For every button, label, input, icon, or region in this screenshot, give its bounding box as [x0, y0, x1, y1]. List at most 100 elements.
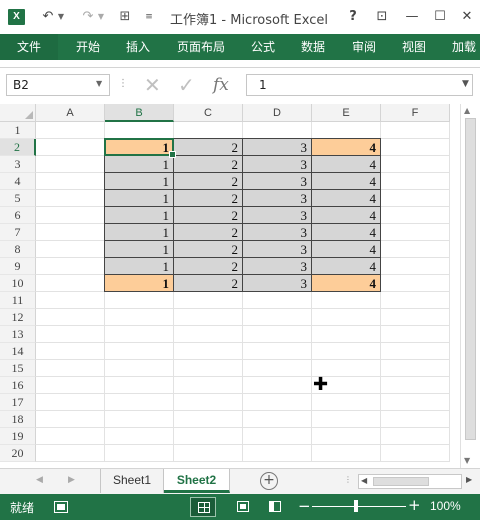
- row-header-9[interactable]: 9: [0, 258, 36, 275]
- cell-e1[interactable]: [312, 122, 381, 139]
- formula-bar-splitter-icon[interactable]: ⋮: [118, 78, 128, 89]
- row-header-18[interactable]: 18: [0, 411, 36, 428]
- cell-b9[interactable]: 1: [105, 258, 174, 275]
- formula-input[interactable]: 1: [246, 74, 473, 96]
- customize-quick-access-icon[interactable]: ≡: [144, 8, 154, 26]
- cell-a7[interactable]: [36, 224, 105, 241]
- cell-d10[interactable]: 3: [243, 275, 312, 292]
- cell-a20[interactable]: [36, 445, 105, 462]
- cell-d9[interactable]: 3: [243, 258, 312, 275]
- row-header-1[interactable]: 1: [0, 122, 36, 139]
- name-box[interactable]: B2: [6, 74, 110, 96]
- close-button[interactable]: ✕: [457, 8, 477, 26]
- cell-c9[interactable]: 2: [174, 258, 243, 275]
- previous-sheet-icon[interactable]: ◀: [36, 475, 43, 485]
- scroll-left-icon[interactable]: ◀: [361, 476, 367, 485]
- row-header-3[interactable]: 3: [0, 156, 36, 173]
- scroll-down-icon[interactable]: ▼: [464, 456, 470, 465]
- cell-e9[interactable]: 4: [312, 258, 381, 275]
- cell-c8[interactable]: 2: [174, 241, 243, 258]
- tab-formulas[interactable]: 公式: [251, 34, 275, 60]
- cell-d8[interactable]: 3: [243, 241, 312, 258]
- row-header-2[interactable]: 2: [0, 139, 36, 156]
- cell-a17[interactable]: [36, 394, 105, 411]
- cell-a9[interactable]: [36, 258, 105, 275]
- cell-f8[interactable]: [381, 241, 450, 258]
- cell-f9[interactable]: [381, 258, 450, 275]
- cell-a2[interactable]: [36, 139, 105, 156]
- cell-a11[interactable]: [36, 292, 105, 309]
- cell-c6[interactable]: 2: [174, 207, 243, 224]
- cell-c13[interactable]: [174, 326, 243, 343]
- worksheet-grid[interactable]: A B C D E F 1 2 3 4 5 6 7 8 9 10 11 12 13 14 15 16 17 18 19 20 1 2 3…: [0, 104, 460, 468]
- borders-icon[interactable]: ⊞: [118, 8, 132, 26]
- cell-c1[interactable]: [174, 122, 243, 139]
- cell-c17[interactable]: [174, 394, 243, 411]
- cell-c10[interactable]: 2: [174, 275, 243, 292]
- cell-b5[interactable]: 1: [105, 190, 174, 207]
- cell-f2[interactable]: [381, 139, 450, 156]
- cell-d5[interactable]: 3: [243, 190, 312, 207]
- cell-f15[interactable]: [381, 360, 450, 377]
- cell-d4[interactable]: 3: [243, 173, 312, 190]
- ribbon-display-options-button[interactable]: ⊡: [372, 8, 392, 26]
- cell-e14[interactable]: [312, 343, 381, 360]
- cell-b13[interactable]: [105, 326, 174, 343]
- cell-e17[interactable]: [312, 394, 381, 411]
- cell-d12[interactable]: [243, 309, 312, 326]
- cell-f6[interactable]: [381, 207, 450, 224]
- cell-d11[interactable]: [243, 292, 312, 309]
- row-header-11[interactable]: 11: [0, 292, 36, 309]
- cell-f16[interactable]: [381, 377, 450, 394]
- row-header-4[interactable]: 4: [0, 173, 36, 190]
- cell-b20[interactable]: [105, 445, 174, 462]
- cell-a8[interactable]: [36, 241, 105, 258]
- page-layout-view-button[interactable]: [230, 497, 256, 517]
- cell-e12[interactable]: [312, 309, 381, 326]
- cell-d13[interactable]: [243, 326, 312, 343]
- cell-b15[interactable]: [105, 360, 174, 377]
- cell-a16[interactable]: [36, 377, 105, 394]
- row-header-20[interactable]: 20: [0, 445, 36, 462]
- cell-b11[interactable]: [105, 292, 174, 309]
- cell-a15[interactable]: [36, 360, 105, 377]
- cell-f17[interactable]: [381, 394, 450, 411]
- normal-view-button[interactable]: [190, 497, 216, 517]
- row-header-19[interactable]: 19: [0, 428, 36, 445]
- cell-f20[interactable]: [381, 445, 450, 462]
- cell-d20[interactable]: [243, 445, 312, 462]
- row-header-12[interactable]: 12: [0, 309, 36, 326]
- cell-c2[interactable]: 2: [174, 139, 243, 156]
- zoom-out-button[interactable]: −: [298, 497, 311, 515]
- column-header-e[interactable]: E: [312, 104, 381, 122]
- cell-a12[interactable]: [36, 309, 105, 326]
- tab-split-handle-icon[interactable]: ⋮: [344, 475, 352, 484]
- vertical-scrollbar[interactable]: ▲ ▼: [460, 104, 480, 468]
- undo-icon[interactable]: ↶: [40, 8, 56, 26]
- cell-c7[interactable]: 2: [174, 224, 243, 241]
- cancel-icon[interactable]: ✕: [144, 75, 161, 95]
- row-header-7[interactable]: 7: [0, 224, 36, 241]
- insert-function-icon[interactable]: fx: [213, 75, 229, 95]
- cell-f13[interactable]: [381, 326, 450, 343]
- tab-insert[interactable]: 插入: [126, 34, 150, 60]
- cell-c19[interactable]: [174, 428, 243, 445]
- cell-c11[interactable]: [174, 292, 243, 309]
- row-header-17[interactable]: 17: [0, 394, 36, 411]
- cell-b19[interactable]: [105, 428, 174, 445]
- row-header-10[interactable]: 10: [0, 275, 36, 292]
- cell-d19[interactable]: [243, 428, 312, 445]
- cell-a13[interactable]: [36, 326, 105, 343]
- cell-c5[interactable]: 2: [174, 190, 243, 207]
- cell-a6[interactable]: [36, 207, 105, 224]
- cell-f19[interactable]: [381, 428, 450, 445]
- cell-d15[interactable]: [243, 360, 312, 377]
- zoom-in-button[interactable]: +: [408, 496, 421, 514]
- cell-f12[interactable]: [381, 309, 450, 326]
- cell-e19[interactable]: [312, 428, 381, 445]
- cell-f18[interactable]: [381, 411, 450, 428]
- cell-e2[interactable]: 4: [312, 139, 381, 156]
- cell-e11[interactable]: [312, 292, 381, 309]
- next-sheet-icon[interactable]: ▶: [68, 475, 75, 485]
- cell-d6[interactable]: 3: [243, 207, 312, 224]
